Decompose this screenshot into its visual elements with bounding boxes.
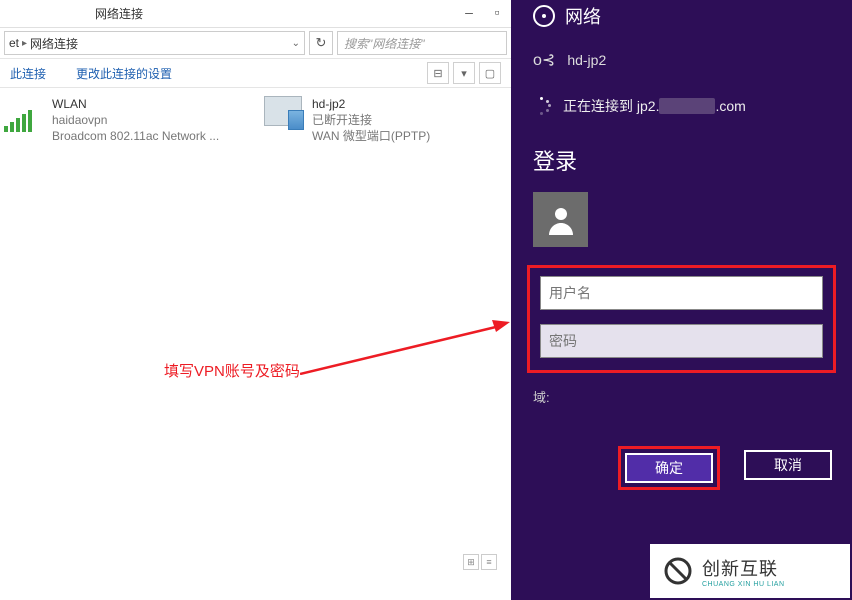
annotation-label: 填写VPN账号及密码 xyxy=(164,360,300,381)
domain-label: 域: xyxy=(511,383,852,410)
titlebar: 网络连接 – ▫ xyxy=(0,0,511,28)
connection-name: hd-jp2 xyxy=(312,96,430,112)
wifi-signal-icon xyxy=(4,96,44,136)
toolbar-action[interactable]: 更改此连接的设置 xyxy=(76,65,172,82)
connection-item-vpn[interactable]: hd-jp2 已断开连接 WAN 微型端口(PPTP) xyxy=(264,96,494,144)
credentials-form-highlight xyxy=(527,265,836,373)
footer-icon[interactable]: ⊞ xyxy=(463,554,479,570)
connection-item-wlan[interactable]: WLAN haidaovpn Broadcom 802.11ac Network… xyxy=(4,96,234,144)
watermark-logo-icon xyxy=(660,553,696,589)
toolbar-view-controls: ⊟ ▾ ▢ xyxy=(427,62,501,84)
password-input[interactable] xyxy=(540,324,823,358)
footer-icon[interactable]: ≡ xyxy=(481,554,497,570)
network-charm-panel: 网络 o⊰ hd-jp2 正在连接到 jp2.xxxx.com 登录 域: 确定… xyxy=(511,0,852,600)
network-globe-icon xyxy=(533,5,555,27)
minimize-button[interactable]: – xyxy=(455,0,483,24)
breadcrumb[interactable]: et ▸ 网络连接 ⌄ xyxy=(4,31,305,55)
breadcrumb-seg[interactable]: 网络连接 xyxy=(30,35,78,52)
connection-adapter: Broadcom 802.11ac Network ... xyxy=(52,128,219,144)
spinner-icon xyxy=(533,97,551,115)
window-controls: – ▫ xyxy=(455,0,511,24)
footer-view-icons: ⊞ ≡ xyxy=(463,554,497,570)
watermark-text: 创新互联 CHUANG XIN HU LIAN xyxy=(702,555,785,588)
ok-button-highlight: 确定 xyxy=(618,446,720,490)
connection-text: hd-jp2 已断开连接 WAN 微型端口(PPTP) xyxy=(312,96,430,144)
addressbar-row: et ▸ 网络连接 ⌄ ↻ 搜索"网络连接" xyxy=(0,28,511,58)
connecting-prefix: 正在连接到 jp2. xyxy=(563,98,659,114)
refresh-button[interactable]: ↻ xyxy=(309,31,333,55)
breadcrumb-sep-icon: ▸ xyxy=(22,38,27,49)
maximize-button[interactable]: ▫ xyxy=(483,0,511,24)
charm-header: 网络 xyxy=(511,0,852,32)
breadcrumb-dropdown-icon[interactable]: ⌄ xyxy=(292,38,300,49)
cancel-button[interactable]: 取消 xyxy=(744,450,832,480)
view-option-icon[interactable]: ▢ xyxy=(479,62,501,84)
connection-status: 已断开连接 xyxy=(312,112,430,128)
cancel-button-wrap: 取消 xyxy=(740,446,836,490)
connection-name: WLAN xyxy=(52,96,219,112)
obscured-host: xxxx xyxy=(659,98,715,114)
avatar-icon xyxy=(533,192,588,247)
annotation-arrow-icon xyxy=(300,320,510,375)
view-option-icon[interactable]: ⊟ xyxy=(427,62,449,84)
vpn-link-icon: o⊰ xyxy=(533,50,555,70)
connecting-status-text: 正在连接到 jp2.xxxx.com xyxy=(563,96,746,116)
watermark: 创新互联 CHUANG XIN HU LIAN xyxy=(650,544,850,598)
watermark-sub: CHUANG XIN HU LIAN xyxy=(702,581,785,588)
connection-text: WLAN haidaovpn Broadcom 802.11ac Network… xyxy=(52,96,219,144)
network-connections-window: 网络连接 – ▫ et ▸ 网络连接 ⌄ ↻ 搜索"网络连接" 此连接 更改此连… xyxy=(0,0,511,600)
username-input[interactable] xyxy=(540,276,823,310)
connecting-status-row: 正在连接到 jp2.xxxx.com xyxy=(511,82,852,138)
charm-header-title: 网络 xyxy=(565,3,601,29)
toolbar: 此连接 更改此连接的设置 ⊟ ▾ ▢ xyxy=(0,58,511,88)
connecting-suffix: .com xyxy=(715,98,745,114)
current-connection-row[interactable]: o⊰ hd-jp2 xyxy=(511,32,852,82)
breadcrumb-seg[interactable]: et xyxy=(9,36,19,50)
current-connection-name: hd-jp2 xyxy=(567,52,606,68)
connections-list: WLAN haidaovpn Broadcom 802.11ac Network… xyxy=(0,88,511,152)
connection-adapter: WAN 微型端口(PPTP) xyxy=(312,128,430,144)
search-input[interactable]: 搜索"网络连接" xyxy=(337,31,507,55)
ok-button[interactable]: 确定 xyxy=(625,453,713,483)
wan-monitor-icon xyxy=(264,96,304,136)
watermark-main: 创新互联 xyxy=(702,555,785,581)
toolbar-action[interactable]: 此连接 xyxy=(10,65,46,82)
window-title: 网络连接 xyxy=(95,5,143,22)
connection-status: haidaovpn xyxy=(52,112,219,128)
view-option-icon[interactable]: ▾ xyxy=(453,62,475,84)
button-row: 确定 取消 xyxy=(511,410,852,490)
login-title: 登录 xyxy=(511,138,852,192)
